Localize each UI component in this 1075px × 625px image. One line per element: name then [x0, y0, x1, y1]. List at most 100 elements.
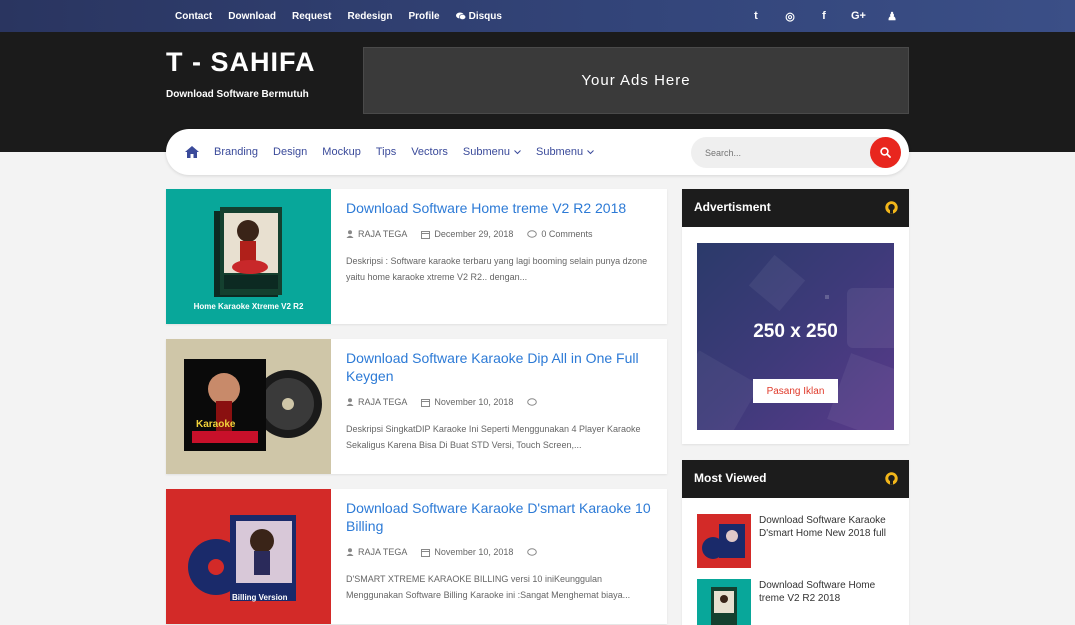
nav-item-mockup[interactable]: Mockup — [322, 146, 361, 158]
comment-icon — [527, 547, 538, 556]
post-date: November 10, 2018 — [421, 397, 513, 407]
nav-item-vectors[interactable]: Vectors — [411, 146, 448, 158]
thumb-caption: Billing Version — [232, 593, 288, 602]
post-title[interactable]: Download Software Karaoke Dip All in One… — [346, 349, 656, 385]
post-date-text: November 10, 2018 — [434, 547, 514, 557]
nav-item-tips[interactable]: Tips — [376, 146, 396, 158]
widget-title: Advertisment — [694, 200, 771, 214]
post-date-text: December 29, 2018 — [434, 229, 514, 239]
most-viewed-thumb — [697, 579, 751, 625]
most-viewed-item[interactable]: Download Software Home treme V2 R2 2018 — [697, 579, 897, 625]
header-ad-banner[interactable]: Your Ads Here — [363, 47, 909, 114]
top-link-request[interactable]: Request — [292, 11, 331, 22]
nav-item-submenu-2[interactable]: Submenu — [536, 146, 594, 158]
ad-size-text: 250 x 250 — [753, 321, 838, 342]
search-icon — [880, 147, 891, 158]
post-comments-text: 0 Comments — [541, 229, 593, 239]
pasang-iklan-button[interactable]: Pasang Iklan — [753, 379, 838, 403]
nav-item-submenu-1[interactable]: Submenu — [463, 146, 521, 158]
widget-header: Advertisment — [682, 189, 909, 227]
nav-item-submenu-1-label: Submenu — [462, 146, 510, 158]
facebook-icon[interactable]: f — [817, 10, 831, 22]
post-author-name: RAJA TEGA — [358, 397, 408, 407]
search-box — [691, 137, 901, 168]
post-comments[interactable]: 0 Comments — [527, 229, 592, 239]
site-tagline: Download Software Bermutuh — [166, 89, 309, 100]
advertisment-widget: Advertisment 250 x 250 Pasang Iklan — [682, 189, 909, 444]
post-author[interactable]: RAJA TEGA — [346, 229, 407, 239]
top-bar: Contact Download Request Redesign Profil… — [0, 0, 1075, 32]
google-plus-icon[interactable]: G+ — [851, 10, 866, 22]
post-description: Deskripsi : Software karaoke terbaru yan… — [346, 256, 648, 282]
post-thumbnail[interactable]: Home Karaoke Xtreme V2 R2 — [166, 189, 331, 324]
brand: T - SAHIFA Download Software Bermutuh — [166, 47, 316, 100]
post-meta: RAJA TEGA November 10, 2018 — [346, 547, 656, 557]
nav-item-design[interactable]: Design — [273, 146, 307, 158]
most-viewed-widget: Most Viewed Download Software Karaoke D'… — [682, 460, 909, 625]
most-viewed-item[interactable]: Download Software Karaoke D'smart Home N… — [697, 514, 897, 569]
site-title[interactable]: T - SAHIFA — [166, 47, 316, 78]
post-date: November 10, 2018 — [421, 547, 513, 557]
widget-header: Most Viewed — [682, 460, 909, 498]
github-icon[interactable] — [885, 472, 898, 485]
user-icon[interactable]: ♟ — [885, 10, 899, 23]
top-link-disqus-label: Disqus — [468, 10, 502, 22]
post-meta: RAJA TEGA November 10, 2018 — [346, 397, 656, 407]
nav-item-submenu-2-label: Submenu — [535, 146, 584, 158]
search-input[interactable] — [705, 137, 855, 168]
chevron-down-icon — [587, 149, 594, 154]
search-button[interactable] — [870, 137, 901, 168]
twitter-icon[interactable]: t — [749, 10, 763, 22]
top-link-profile[interactable]: Profile — [408, 11, 439, 22]
most-viewed-thumb — [697, 514, 751, 568]
chat-icon — [455, 12, 466, 20]
software-box-image — [188, 515, 296, 601]
post-comments[interactable] — [527, 547, 541, 557]
most-viewed-title[interactable]: Download Software Karaoke D'smart Home N… — [759, 514, 899, 540]
post-card: Home Karaoke Xtreme V2 R2 Download Softw… — [166, 189, 667, 324]
post-date-text: November 10, 2018 — [434, 397, 514, 407]
top-link-contact[interactable]: Contact — [175, 11, 212, 22]
post-author[interactable]: RAJA TEGA — [346, 547, 407, 557]
post-author-name: RAJA TEGA — [358, 229, 408, 239]
post-date: December 29, 2018 — [421, 229, 513, 239]
post-body: Download Software Karaoke D'smart Karaok… — [346, 499, 656, 603]
software-box-image — [184, 359, 322, 451]
post-thumbnail[interactable]: Billing Version — [166, 489, 331, 624]
calendar-icon — [421, 398, 431, 407]
calendar-icon — [421, 548, 431, 557]
post-author-name: RAJA TEGA — [358, 547, 408, 557]
post-author[interactable]: RAJA TEGA — [346, 397, 407, 407]
chevron-down-icon — [514, 149, 521, 154]
post-description: Deskripsi SingkatDIP Karaoke Ini Seperti… — [346, 424, 641, 450]
sidebar-ad-banner[interactable]: 250 x 250 Pasang Iklan — [697, 243, 894, 430]
post-comments[interactable] — [527, 397, 541, 407]
most-viewed-title[interactable]: Download Software Home treme V2 R2 2018 — [759, 579, 899, 605]
instagram-icon[interactable]: ◎ — [783, 10, 797, 23]
post-body: Download Software Home treme V2 R2 2018 … — [346, 199, 656, 285]
comment-icon — [527, 397, 538, 406]
header-ad-text: Your Ads Here — [581, 72, 691, 89]
nav-menu: Branding Design Mockup Tips Vectors Subm… — [185, 129, 594, 175]
top-link-redesign[interactable]: Redesign — [347, 11, 392, 22]
top-links: Contact Download Request Redesign Profil… — [175, 0, 502, 32]
post-thumbnail[interactable]: Karaoke — [166, 339, 331, 474]
thumb-caption: Karaoke — [196, 419, 236, 430]
main-nav: Branding Design Mockup Tips Vectors Subm… — [166, 129, 909, 175]
top-link-download[interactable]: Download — [228, 11, 276, 22]
calendar-icon — [421, 230, 431, 239]
widget-title: Most Viewed — [694, 471, 767, 485]
thumb-caption: Home Karaoke Xtreme V2 R2 — [193, 302, 304, 311]
nav-item-branding[interactable]: Branding — [214, 146, 258, 158]
post-meta: RAJA TEGA December 29, 2018 0 Comments — [346, 229, 656, 239]
nav-home[interactable] — [185, 146, 199, 158]
user-icon — [346, 548, 354, 556]
post-title[interactable]: Download Software Home treme V2 R2 2018 — [346, 199, 656, 217]
top-link-disqus[interactable]: Disqus — [455, 10, 502, 22]
post-body: Download Software Karaoke Dip All in One… — [346, 349, 656, 453]
home-icon — [185, 146, 199, 158]
post-description: D'SMART XTREME KARAOKE BILLING versi 10 … — [346, 574, 631, 600]
post-card: Karaoke Download Software Karaoke Dip Al… — [166, 339, 667, 474]
github-icon[interactable] — [885, 201, 898, 214]
post-title[interactable]: Download Software Karaoke D'smart Karaok… — [346, 499, 656, 535]
